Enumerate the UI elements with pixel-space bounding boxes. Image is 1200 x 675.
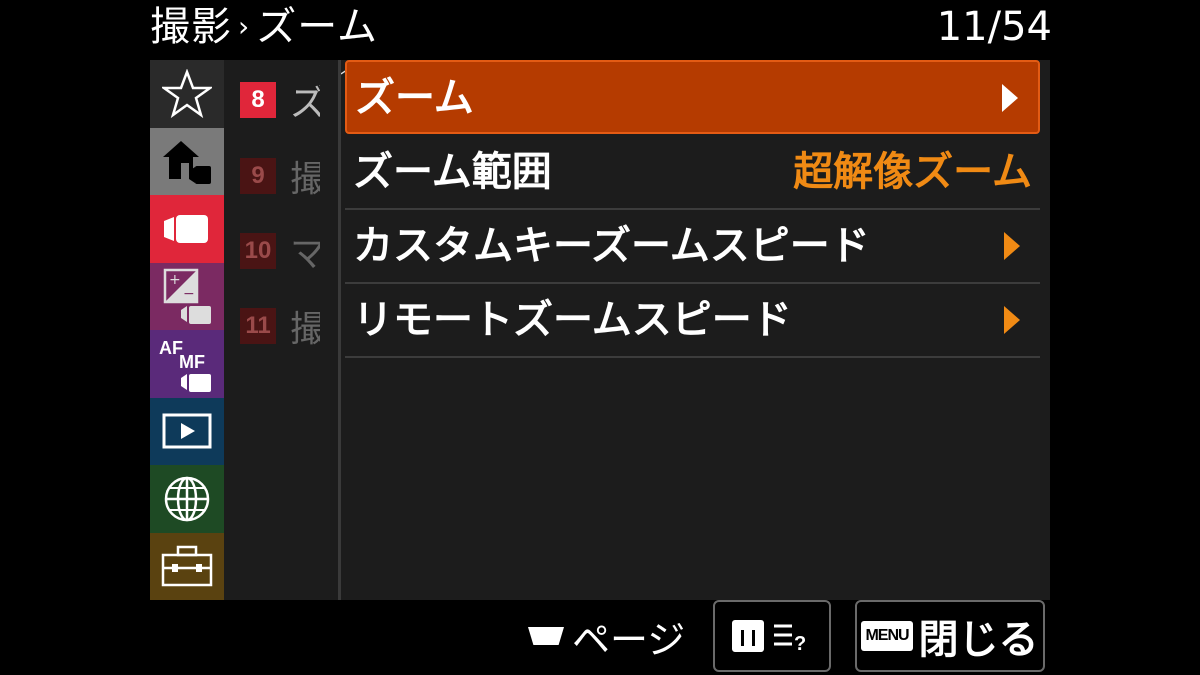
- close-button[interactable]: MENU 閉じる: [855, 600, 1045, 672]
- breadcrumb: 撮影 › ズーム: [150, 4, 378, 54]
- page-number-badge: 8: [240, 82, 276, 118]
- svg-text:−: −: [183, 286, 195, 302]
- menu-item-label: ズーム: [355, 75, 474, 121]
- exposure-icon: +−: [163, 269, 211, 325]
- svg-text:MF: MF: [179, 352, 205, 372]
- page-hint: ページ: [528, 610, 685, 662]
- category-exposure-color[interactable]: + −: [150, 262, 224, 330]
- close-label: 閉じる: [918, 617, 1039, 663]
- menu-item-zoom-range[interactable]: ズーム範囲 超解像ズーム: [345, 136, 1040, 210]
- chevron-right-icon: [1002, 84, 1018, 112]
- delete-help-button[interactable]: ?: [713, 600, 831, 672]
- page-number-column: ︿ 8 ズ 9 撮 10 マ 11 撮: [224, 54, 360, 600]
- category-network[interactable]: [150, 465, 224, 533]
- control-dial-icon: [528, 627, 564, 645]
- category-setup[interactable]: [150, 532, 224, 600]
- page-hint-label: ページ: [572, 617, 686, 662]
- page-counter: 11/54: [936, 4, 1052, 50]
- menu-item-label: ズーム範囲: [353, 149, 552, 195]
- menu-screen: +− AFMF ︿ 8 ズ 9 撮 10 マ 11 撮: [150, 54, 1050, 600]
- page-title-glyph: 撮: [290, 159, 320, 200]
- globe-icon: [164, 476, 210, 521]
- toolbox-icon: [161, 546, 213, 587]
- menu-item-zoom[interactable]: ズーム: [345, 60, 1040, 134]
- home-movie-icon: [163, 141, 211, 185]
- category-main[interactable]: [150, 127, 224, 195]
- svg-text:?: ?: [794, 633, 806, 654]
- trash-icon: [732, 620, 764, 652]
- page-tab[interactable]: 9 撮: [240, 156, 320, 200]
- page-number-badge: 10: [240, 233, 276, 269]
- category-sidebar: + − AF MF: [150, 60, 224, 600]
- page-number-badge: 11: [240, 308, 276, 344]
- breadcrumb-separator: ›: [238, 10, 251, 43]
- menu-item-custom-key-zoom-speed[interactable]: カスタムキーズームスピード: [345, 210, 1040, 284]
- svg-text:+: +: [169, 272, 181, 288]
- chevron-right-icon: [1004, 306, 1020, 334]
- page-title: ズーム: [256, 4, 379, 50]
- column-divider: [338, 60, 341, 600]
- playback-icon: [162, 413, 212, 449]
- movie-camera-icon: [164, 214, 208, 243]
- menu-key-badge: MENU: [861, 621, 913, 651]
- menu-item-label: カスタムキーズームスピード: [353, 223, 870, 269]
- page-title-glyph: ズ: [290, 83, 320, 124]
- menu-item-value: 超解像ズーム: [793, 149, 1032, 195]
- page-tab[interactable]: 8 ズ: [240, 80, 320, 124]
- category-focus[interactable]: AF MF: [150, 330, 224, 398]
- category-shooting[interactable]: [150, 195, 224, 263]
- chevron-right-icon: [1004, 232, 1020, 260]
- category-playback[interactable]: [150, 397, 224, 465]
- page-title-glyph: マ: [290, 234, 320, 275]
- af-mf-icon: AFMF: [159, 338, 211, 392]
- page-tab[interactable]: 11 撮: [240, 306, 320, 350]
- menu-item-remote-zoom-speed[interactable]: リモートズームスピード: [345, 284, 1040, 358]
- breadcrumb-parent: 撮影: [150, 4, 232, 50]
- menu-item-label: リモートズームスピード: [353, 297, 792, 343]
- page-number-badge: 9: [240, 158, 276, 194]
- star-icon: [162, 68, 212, 118]
- category-my-menu[interactable]: [150, 60, 224, 128]
- page-tab[interactable]: 10 マ: [240, 231, 320, 275]
- help-list-icon: ?: [774, 624, 806, 654]
- page-title-glyph: 撮: [290, 309, 320, 350]
